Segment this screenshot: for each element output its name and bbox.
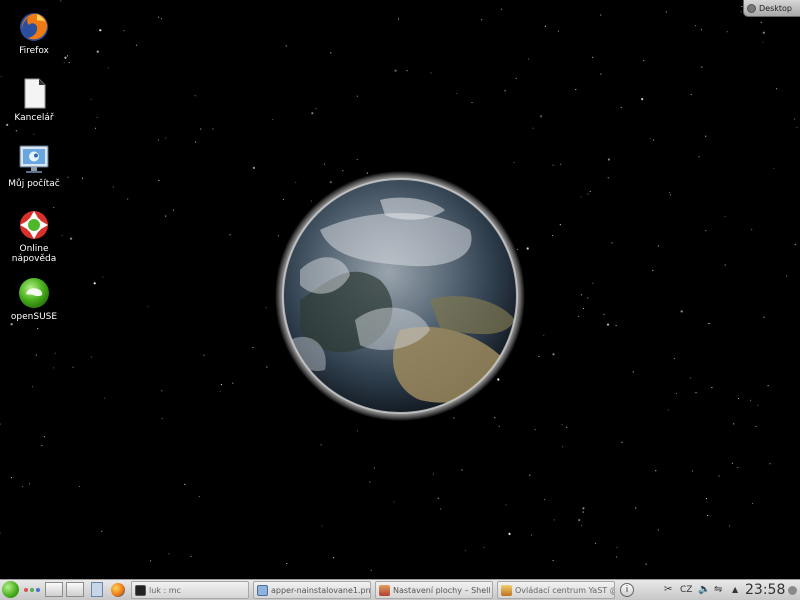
toolbox-icon [747,3,756,13]
desktop-icon-kancelar[interactable]: Kancelář [2,77,66,123]
task-label: luk : mc [149,585,181,595]
network-icon[interactable]: ⇋ [714,581,728,599]
terminal-icon [135,584,146,596]
yast-icon [501,584,512,596]
clock[interactable]: 23:58 [745,581,785,599]
activity-switcher[interactable] [24,581,42,599]
image-viewer-icon [257,584,268,596]
desktop-toolbox-button[interactable]: Desktop [743,0,800,17]
taskbar-panel: luk : mc apper-nainstalovane1.png – Nast… [0,579,800,600]
desktop-icon-label: openSUSE [10,312,58,322]
settings-icon [379,584,390,596]
toolbox-icon [788,586,797,595]
show-desktop-button[interactable] [91,581,105,599]
dot-icon [30,588,34,592]
desktop-icon-opensuse[interactable]: openSUSE [2,276,66,322]
desktop-icon-label: Kancelář [14,113,54,123]
task-label: apper-nainstalovane1.png – [271,585,370,595]
firefox-icon [17,10,51,44]
desktop-icon-label: Firefox [19,46,49,56]
volume-icon[interactable]: 🔈 [698,581,710,599]
task-label: Ovládací centrum YaST @ lin [515,585,614,595]
expand-tray-arrow-icon[interactable]: ▲ [732,581,742,599]
application-launcher-button[interactable] [1,581,20,599]
notifications-button[interactable]: i [620,581,636,599]
desktop-icon-label: Můj počítač [8,179,60,189]
document-icon [17,77,51,111]
firefox-quicklaunch[interactable] [111,581,127,599]
computer-icon [17,143,51,177]
desktop-toolbox-label: Desktop [759,3,792,13]
task-label: Nastavení plochy – Shell plo [393,585,492,595]
panel-toolbox-button[interactable] [788,581,799,599]
opensuse-icon [17,276,51,310]
dot-icon [24,588,28,592]
help-lifebuoy-icon [17,208,51,242]
virtual-desktop-1[interactable] [45,582,63,597]
virtual-desktop-2[interactable] [66,582,84,597]
keyboard-layout-indicator[interactable]: CZ [680,581,696,599]
desktop-icon-my-computer[interactable]: Můj počítač [2,143,66,189]
info-icon: i [620,583,634,597]
opensuse-menu-icon [2,581,19,598]
desktop-icon-online-help[interactable]: Online nápověda [2,208,66,264]
clipboard-icon [91,582,103,597]
earth-globe-wallpaper [275,171,525,421]
klipper-scissors-icon[interactable]: ✂ [664,581,676,599]
firefox-icon [111,583,125,597]
task-button[interactable]: Nastavení plochy – Shell plo [375,581,493,599]
task-button[interactable]: apper-nainstalovane1.png – [253,581,371,599]
desktop-icon-firefox[interactable]: Firefox [2,10,66,56]
task-button[interactable]: luk : mc [131,581,249,599]
desktop-icon-label: Online nápověda [11,244,57,264]
dot-icon [36,588,40,592]
task-button[interactable]: Ovládací centrum YaST @ lin [497,581,615,599]
